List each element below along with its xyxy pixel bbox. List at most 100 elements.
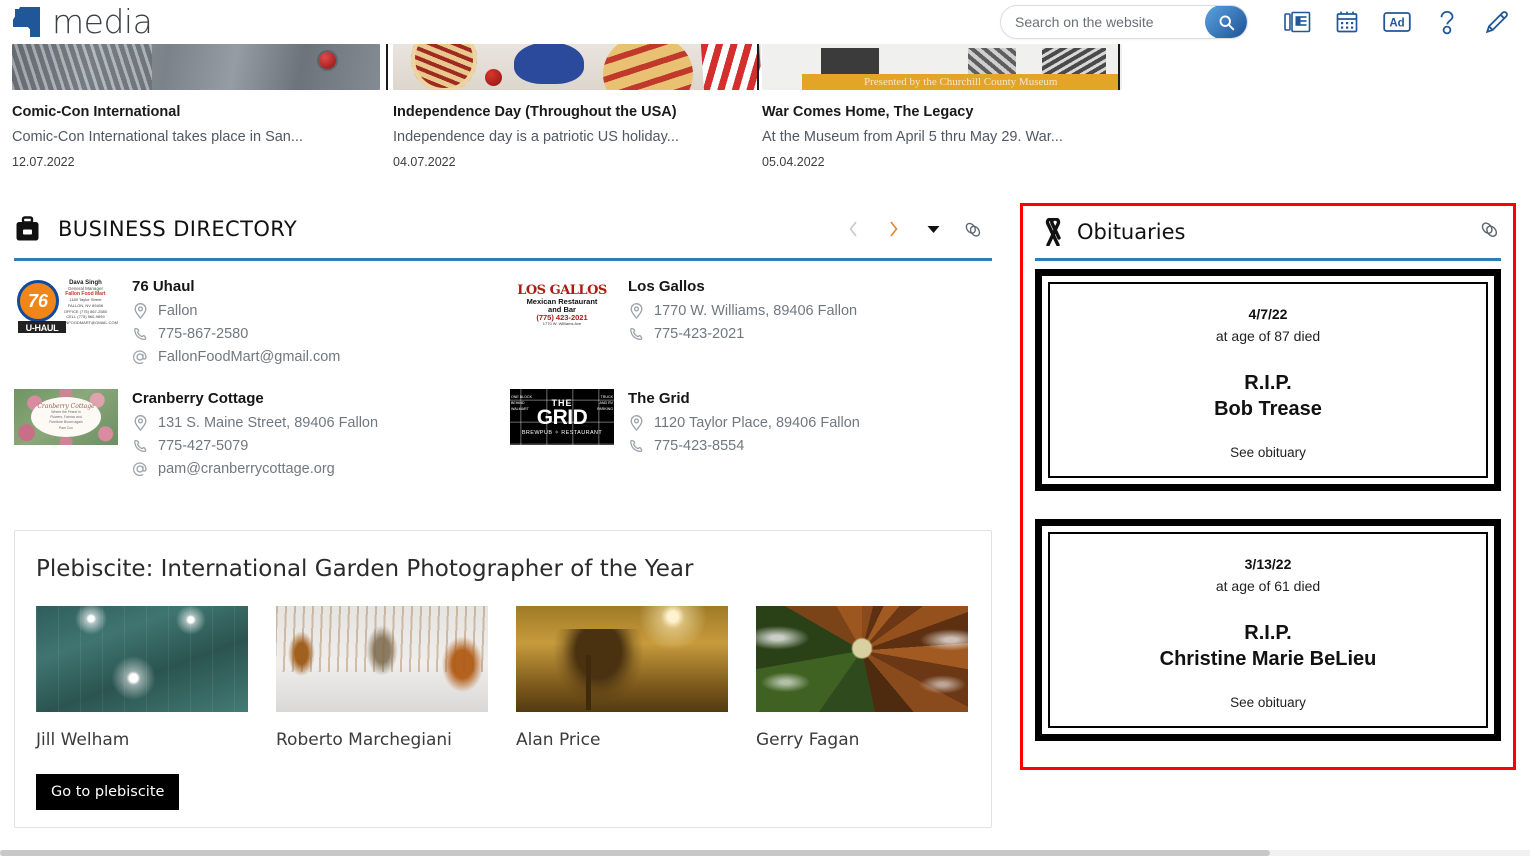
plebiscite-entry-image[interactable]	[36, 606, 248, 712]
the-grid-brewpub-restaurant-logo: ONE BLOCK BEHIND WALMART TRUCK AND RV PA…	[510, 389, 614, 445]
news-strip: Comic-Con International Comic-Con Intern…	[0, 44, 1530, 174]
plebiscite-entry-author: Alan Price	[516, 730, 601, 750]
plebiscite-entry[interactable]: Jill Welham	[36, 606, 248, 750]
ad-icon[interactable]: Ad	[1382, 7, 1412, 37]
location-pin-icon	[628, 303, 644, 319]
phone-icon	[628, 327, 644, 342]
horizontal-scrollbar[interactable]	[0, 850, 1530, 856]
misty-swamp-cypress-trees-photo	[276, 606, 488, 712]
plebiscite-entries: Jill Welham Roberto Marchegiani Alan Pri…	[15, 582, 991, 750]
at-sign-icon	[132, 349, 148, 365]
see-obituary-link[interactable]: See obituary	[1060, 445, 1476, 460]
news-card[interactable]: Comic-Con International Comic-Con Intern…	[12, 44, 380, 169]
page-root: media Search on the website Ad Comic-Con…	[0, 0, 1530, 856]
business-address: 1120 Taylor Place, 89406 Fallon	[654, 415, 860, 431]
news-card-date: 12.07.2022	[12, 155, 75, 169]
business-list-item[interactable]: 76 U-HAUL Dava Singh General Manager Fal…	[14, 277, 510, 389]
news-strip-inner: Comic-Con International Comic-Con Intern…	[0, 44, 1122, 174]
business-phone-row: 775-867-2580	[132, 326, 510, 342]
logo-76-ball-text: 76	[17, 280, 59, 322]
obituaries-accent-rule	[1035, 258, 1501, 261]
obituary-card-inner: 4/7/22 at age of 87 died R.I.P. Bob Trea…	[1048, 282, 1488, 478]
search-container[interactable]	[1000, 5, 1248, 39]
obituaries-permalink-button[interactable]	[1480, 220, 1499, 244]
help-icon[interactable]	[1432, 7, 1462, 37]
obituary-card[interactable]: 3/13/22 at age of 61 died R.I.P. Christi…	[1035, 519, 1501, 741]
business-info: Cranberry Cottage 131 S. Maine Street, 8…	[132, 389, 510, 501]
july-4th-pie-hotdogs-flag-photo	[393, 44, 761, 90]
76-uhaul-fallon-food-mart-logo: 76 U-HAUL Dava Singh General Manager Fal…	[14, 277, 118, 333]
business-name: Cranberry Cottage	[132, 390, 264, 407]
plebiscite-entry-author: Roberto Marchegiani	[276, 730, 452, 750]
news-card[interactable]: Independence Day (Throughout the USA) In…	[393, 44, 761, 169]
caret-down-icon[interactable]	[924, 218, 942, 240]
business-address-row: Fallon	[132, 303, 510, 319]
logo-cranberry-sub: Where the Finest in Flowers, Fabrics and…	[49, 409, 83, 430]
business-phone-row: 775-423-8554	[628, 438, 990, 454]
business-address-row: 1770 W. Williams, 89406 Fallon	[628, 303, 990, 319]
plebiscite-title: Plebiscite: International Garden Photogr…	[36, 556, 694, 582]
search-input[interactable]	[1015, 14, 1205, 30]
business-logo: LOS GALLOS Mexican Restaurant and Bar (7…	[510, 277, 614, 333]
business-address: 1770 W. Williams, 89406 Fallon	[654, 303, 858, 319]
briefcase-icon	[14, 215, 58, 243]
logo-grid-right: TRUCK AND RV PARKING	[597, 395, 613, 411]
obituaries-panel: Obituaries 4/7/22 at age of 87 died R.I.…	[1020, 203, 1516, 770]
plebiscite-entry[interactable]: Roberto Marchegiani	[276, 606, 488, 750]
business-email[interactable]: pam@cranberrycottage.org	[158, 461, 335, 477]
site-header: media Search on the website Ad	[0, 0, 1530, 44]
obituaries-title: Obituaries	[1077, 220, 1186, 244]
business-phone[interactable]: 775-867-2580	[158, 326, 248, 342]
see-obituary-link[interactable]: See obituary	[1060, 695, 1476, 710]
obituary-age: at age of 61 died	[1215, 578, 1321, 594]
business-logo: 76 U-HAUL Dava Singh General Manager Fal…	[14, 277, 118, 333]
business-email-row: FallonFoodMart@gmail.com	[132, 349, 510, 365]
business-phone-row: 775-427-5079	[132, 438, 510, 454]
plebiscite-entry-image[interactable]	[756, 606, 968, 712]
newspaper-icon[interactable]	[1282, 7, 1312, 37]
business-list-item[interactable]: Cranberry Cottage Where the Finest in Fl…	[14, 389, 510, 501]
business-list-item[interactable]: LOS GALLOS Mexican Restaurant and Bar (7…	[510, 277, 990, 389]
business-directory-section: BUSINESS DIRECTORY 76 U-HAUL Dava Singh …	[14, 200, 992, 501]
sepia-oak-tree-sunrise-photo	[516, 606, 728, 712]
prev-button[interactable]	[844, 218, 862, 240]
business-email[interactable]: FallonFoodMart@gmail.com	[158, 349, 340, 365]
pencil-icon[interactable]	[1482, 7, 1512, 37]
location-pin-icon	[132, 415, 148, 431]
search-button[interactable]	[1205, 6, 1247, 38]
header-icon-group: Ad	[1282, 7, 1512, 37]
go-to-plebiscite-button[interactable]: Go to plebiscite	[36, 774, 180, 810]
obituary-card[interactable]: 4/7/22 at age of 87 died R.I.P. Bob Trea…	[1035, 269, 1501, 491]
location-pin-icon	[132, 303, 148, 319]
logo-uhaul-brand: U-HAUL	[18, 321, 66, 333]
news-card-divider	[386, 44, 388, 90]
plebiscite-entry[interactable]: Gerry Fagan	[756, 606, 968, 750]
next-button[interactable]	[884, 218, 902, 240]
permalink-button[interactable]	[964, 218, 982, 240]
plebiscite-panel: Plebiscite: International Garden Photogr…	[14, 530, 992, 828]
business-directory-header: BUSINESS DIRECTORY	[14, 200, 992, 258]
scrollbar-thumb[interactable]	[0, 850, 1270, 856]
calendar-icon[interactable]	[1332, 7, 1362, 37]
business-phone-row: 775-423-2021	[628, 326, 990, 342]
obituary-rip: R.I.P.	[1244, 372, 1292, 394]
plebiscite-entry[interactable]: Alan Price	[516, 606, 728, 750]
news-card-thumbnail: Presented by the Churchill County Museum	[762, 44, 1122, 90]
header-right-group: Ad	[1000, 5, 1512, 39]
business-phone[interactable]: 775-427-5079	[158, 438, 248, 454]
at-sign-icon	[132, 461, 148, 477]
ad-icon-label: Ad	[1389, 18, 1404, 30]
business-list-item[interactable]: ONE BLOCK BEHIND WALMART TRUCK AND RV PA…	[510, 389, 990, 501]
news-card[interactable]: Presented by the Churchill County Museum…	[762, 44, 1122, 169]
news-card-title: War Comes Home, The Legacy	[762, 104, 974, 120]
site-logo[interactable]: media	[12, 0, 153, 44]
business-phone[interactable]: 775-423-8554	[654, 438, 744, 454]
news-card-date: 05.04.2022	[762, 155, 825, 169]
news-card-description: At the Museum from April 5 thru May 29. …	[762, 129, 1063, 145]
business-logo: Cranberry Cottage Where the Finest in Fl…	[14, 389, 118, 445]
plebiscite-entry-image[interactable]	[516, 606, 728, 712]
mourning-ribbon-icon	[1035, 218, 1071, 246]
business-phone[interactable]: 775-423-2021	[654, 326, 744, 342]
logo-gallos-l1: LOS GALLOS	[517, 283, 607, 299]
plebiscite-entry-image[interactable]	[276, 606, 488, 712]
